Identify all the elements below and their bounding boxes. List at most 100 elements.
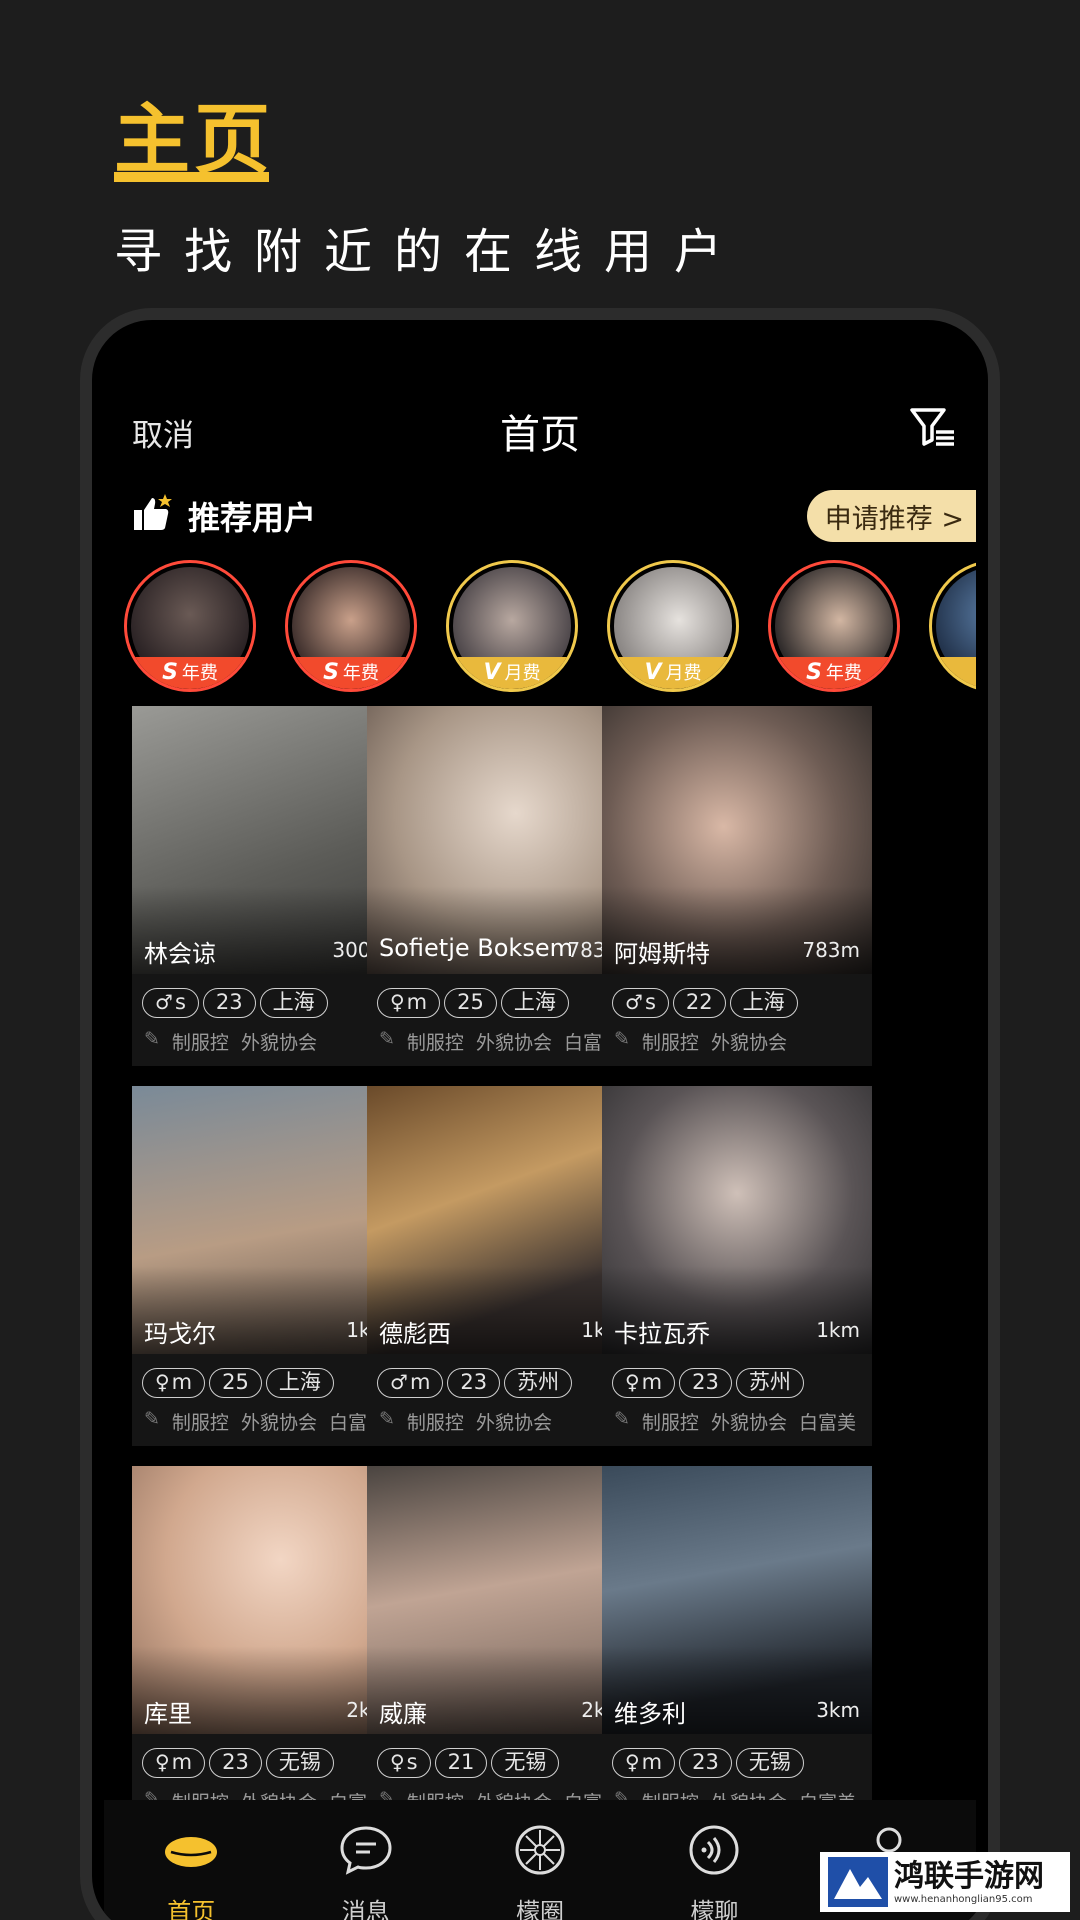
user-name: 德彪西 [379, 1320, 451, 1348]
user-card[interactable]: 阿姆斯特 783m ♂s 22 上海 ✎ 制服控 外貌协会 [602, 706, 872, 1066]
interest-tag: 制服控 [171, 1412, 229, 1434]
interest-tag: 白富美 [798, 1412, 856, 1434]
tab-messages[interactable]: 消息 [278, 1800, 452, 1920]
recommended-users-header: 推荐用户 [132, 490, 316, 542]
interest-tag: 外貌协会 [710, 1032, 787, 1054]
gender-role-chip: ♀s [377, 1748, 431, 1778]
gender-role-chip: ♀m [612, 1368, 676, 1398]
interest-tag: 制服控 [641, 1032, 699, 1054]
age-chip: 23 [202, 988, 256, 1018]
age-chip: 23 [679, 1748, 732, 1778]
recommended-avatar[interactable]: V [929, 560, 976, 692]
user-distance: 1km [816, 1318, 860, 1342]
badge-annual: S 年费 [771, 657, 897, 689]
gender-role-chip: ♀m [142, 1748, 206, 1778]
promo-title-underline [114, 172, 269, 182]
gender-role-chip: ♂s [142, 988, 199, 1018]
user-card[interactable]: 库里 2km ♀m 23 无锡 ✎制服控外貌协会白富美 [132, 1466, 402, 1826]
gender-role-chip: ♂m [377, 1368, 444, 1398]
user-name: 林会谅 [144, 940, 216, 968]
user-name: 阿姆斯特 [614, 940, 710, 968]
watermark-url: www.henanhonglian95.com [894, 1893, 1033, 1905]
pin-icon: ✎ [614, 1028, 630, 1050]
gender-role-chip: ♀m [142, 1368, 206, 1398]
promo-subtitle: 寻找附近的在线用户 [114, 224, 745, 280]
pin-icon: ✎ [144, 1028, 160, 1050]
age-chip: 23 [447, 1368, 501, 1398]
gender-role-chip: ♀m [377, 988, 441, 1018]
user-card[interactable]: 卡拉瓦乔 1km ♀m 23 苏州 ✎ 制服控 外貌协会 白富美 [602, 1086, 872, 1446]
user-card[interactable]: 威廉 2km ♀s 21 无锡 ✎制服控外貌协会白富美 [367, 1466, 637, 1826]
recommended-users-label: 推荐用户 [188, 499, 317, 537]
watermark-title: 鸿联手游网 [894, 1858, 1044, 1894]
thumbs-up-icon [132, 494, 172, 538]
age-chip: 25 [444, 988, 497, 1018]
chat-bubble-icon [338, 1822, 394, 1878]
apply-recommend-button[interactable]: 申请推荐 > [806, 490, 976, 542]
pin-icon: ✎ [379, 1028, 395, 1050]
user-card[interactable]: 林会谅 300m ♂s 23 上海 ✎ 制服控 外貌协会 [132, 706, 402, 1066]
age-chip: 25 [209, 1368, 262, 1398]
voice-call-icon [686, 1822, 742, 1878]
recommended-avatar[interactable]: S 年费 [124, 560, 256, 692]
city-chip: 上海 [265, 1368, 334, 1398]
city-chip: 无锡 [735, 1748, 804, 1778]
user-name: Sofietje Boksem [379, 934, 573, 962]
tab-home-label: 首页 [167, 1898, 216, 1920]
city-chip: 上海 [729, 988, 798, 1018]
interest-tag: 制服控 [406, 1412, 464, 1434]
user-distance: 3km [816, 1698, 860, 1722]
user-name: 玛戈尔 [144, 1320, 216, 1348]
badge-monthly: V [932, 657, 976, 689]
page-title: 首页 [500, 412, 580, 458]
app-screen: 取消 首页 推荐用户 申请推荐 > S年费 S 年费 V 月费 V 月费 S 年… [104, 332, 976, 1920]
user-name: 威廉 [379, 1700, 427, 1728]
interest-tag: 外貌协会 [240, 1032, 317, 1054]
user-card[interactable]: 维多利 3km ♀m 23 无锡 ✎制服控外貌协会白富美 [602, 1466, 872, 1826]
badge-monthly: V 月费 [449, 657, 575, 689]
age-chip: 23 [209, 1748, 262, 1778]
age-chip: 22 [672, 988, 726, 1018]
city-chip: 上海 [500, 988, 569, 1018]
recommended-avatar[interactable]: S 年费 [768, 560, 900, 692]
tab-messages-label: 消息 [341, 1898, 390, 1920]
user-card[interactable]: Sofietje Boksem 783m ♀m 25 上海 ✎ 制服控 外貌协会 白富… [367, 706, 637, 1066]
phone-frame: 取消 首页 推荐用户 申请推荐 > S年费 S 年费 V 月费 V 月费 S 年… [80, 308, 1000, 1920]
tab-circle-label: 檬圈 [516, 1898, 565, 1920]
gender-role-chip: ♂s [612, 988, 669, 1018]
user-name: 库里 [144, 1700, 192, 1728]
age-chip: 21 [434, 1748, 488, 1778]
interest-tag: 外貌协会 [475, 1032, 552, 1054]
tab-chat[interactable]: 檬聊 [627, 1800, 801, 1920]
badge-annual: S 年费 [127, 657, 253, 689]
pin-icon: ✎ [144, 1408, 160, 1430]
lips-icon [163, 1822, 219, 1878]
tab-home[interactable]: 首页 [104, 1800, 278, 1920]
user-card[interactable]: 德彪西 1km ♂m 23 苏州 ✎制服控外貌协会 [367, 1086, 637, 1446]
badge-monthly: V 月费 [610, 657, 736, 689]
recommended-avatars-row: S年费 S年费 V月费 V月费 S年费 V [124, 560, 976, 700]
recommended-avatar[interactable]: V 月费 [607, 560, 739, 692]
interest-tag: 制服控 [641, 1412, 699, 1434]
pin-icon: ✎ [379, 1408, 395, 1430]
user-name: 卡拉瓦乔 [614, 1320, 710, 1348]
user-name: 维多利 [614, 1700, 686, 1728]
filter-icon[interactable] [908, 404, 956, 448]
interest-tag: 外貌协会 [710, 1412, 787, 1434]
recommended-avatar[interactable]: S 年费 [285, 560, 417, 692]
city-chip: 无锡 [265, 1748, 334, 1778]
pin-icon: ✎ [614, 1408, 630, 1430]
city-chip: 无锡 [491, 1748, 560, 1778]
interest-tag: 外貌协会 [475, 1412, 552, 1434]
tab-circle[interactable]: 檬圈 [453, 1800, 627, 1920]
user-card[interactable]: 玛戈尔 1km ♀m 25 上海 ✎制服控外貌协会白富美 [132, 1086, 402, 1446]
city-chip: 上海 [259, 988, 328, 1018]
recommended-avatar[interactable]: V 月费 [446, 560, 578, 692]
interest-tag: 外貌协会 [240, 1412, 317, 1434]
lemon-slice-icon [512, 1822, 568, 1878]
tab-chat-label: 檬聊 [690, 1898, 739, 1920]
user-distance: 783m [802, 938, 860, 962]
gender-role-chip: ♀m [612, 1748, 676, 1778]
city-chip: 苏州 [735, 1368, 804, 1398]
badge-annual: S 年费 [288, 657, 414, 689]
